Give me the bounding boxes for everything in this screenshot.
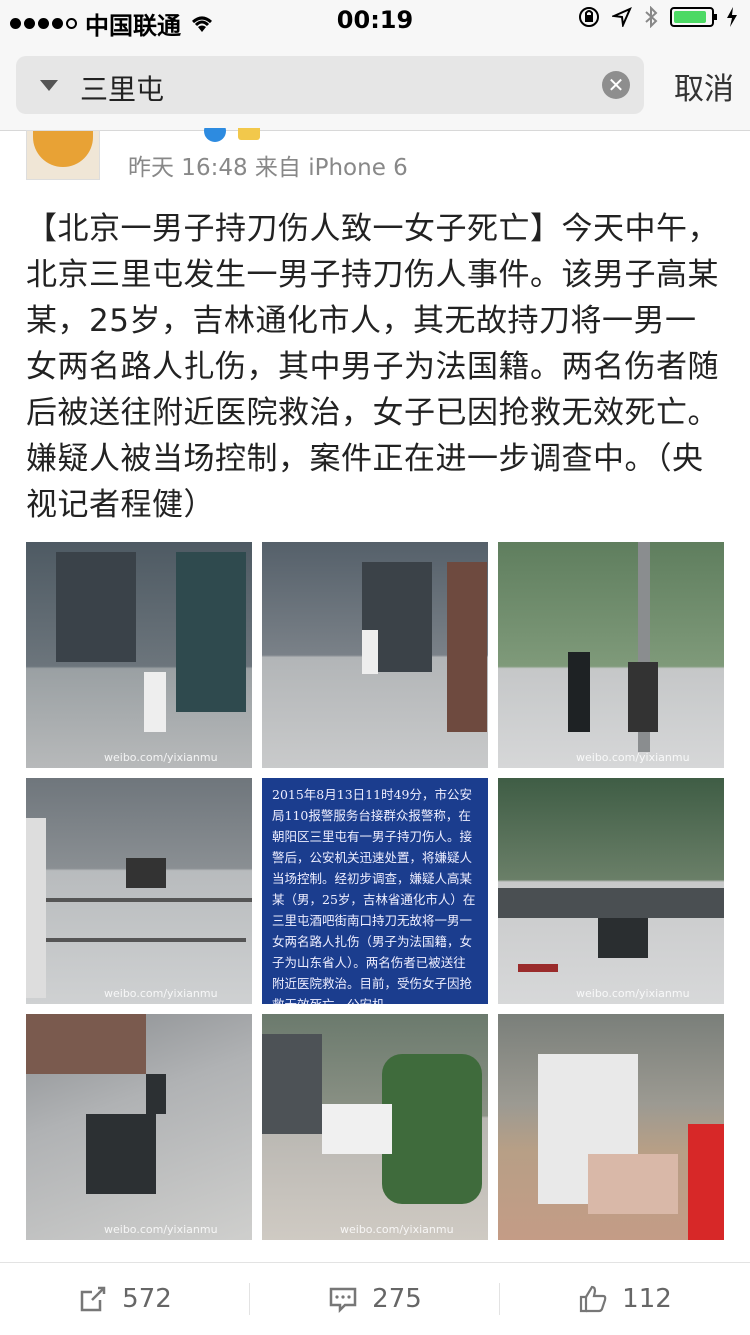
- thumbs-up-icon: [580, 1285, 607, 1313]
- avatar-logo: [33, 131, 93, 167]
- image-watermark: weibo.com/yixianmu: [104, 1223, 218, 1236]
- repost-count: 572: [122, 1284, 172, 1314]
- post-image[interactable]: [262, 542, 488, 768]
- username-partial[interactable]: [128, 128, 278, 142]
- repost-icon: [80, 1286, 106, 1312]
- post-image[interactable]: weibo.com/yixianmu: [498, 542, 724, 768]
- post-image[interactable]: weibo.com/yixianmu: [262, 1014, 488, 1240]
- post-image[interactable]: weibo.com/yixianmu: [26, 778, 252, 1004]
- image-watermark: weibo.com/yixianmu: [104, 987, 218, 1000]
- status-right: [578, 6, 738, 28]
- like-count: 112: [622, 1284, 672, 1314]
- image-watermark: weibo.com/yixianmu: [104, 751, 218, 764]
- post-image[interactable]: [498, 1014, 724, 1240]
- verified-badge-icon: [204, 128, 226, 142]
- post-image[interactable]: weibo.com/yixianmu: [498, 778, 724, 1004]
- search-bar: 三里屯 ✕ 取消: [0, 40, 750, 131]
- search-query[interactable]: 三里屯: [80, 68, 164, 108]
- avatar[interactable]: [26, 130, 100, 180]
- search-input[interactable]: 三里屯 ✕: [16, 56, 644, 114]
- post-image-news-notice[interactable]: 2015年8月13日11时49分，市公安局110报警服务台接群众报警称，在朝阳区…: [262, 778, 488, 1004]
- cancel-button[interactable]: 取消: [674, 64, 734, 108]
- comment-icon: [329, 1287, 357, 1314]
- image-watermark: weibo.com/yixianmu: [340, 1223, 454, 1236]
- post-image[interactable]: weibo.com/yixianmu: [26, 1014, 252, 1240]
- image-watermark: weibo.com/yixianmu: [576, 751, 690, 764]
- bluetooth-icon: [645, 6, 658, 28]
- post-meta: 昨天 16:48 来自 iPhone 6: [128, 155, 408, 181]
- rotation-lock-icon: [579, 7, 599, 27]
- location-icon: [612, 7, 632, 27]
- status-bar: 中国联通 00:19: [0, 0, 750, 40]
- charging-icon: [727, 7, 737, 27]
- member-badge-icon: [238, 128, 260, 140]
- battery-icon: [670, 7, 717, 27]
- clear-search-icon[interactable]: ✕: [602, 71, 630, 99]
- image-watermark: weibo.com/yixianmu: [576, 987, 690, 1000]
- post-image[interactable]: weibo.com/yixianmu: [26, 542, 252, 768]
- comment-button[interactable]: 275: [250, 1263, 500, 1335]
- post-text: 【北京一男子持刀伤人致一女子死亡】今天中午，北京三里屯发生一男子持刀伤人事件。该…: [26, 211, 719, 523]
- comment-count: 275: [372, 1284, 422, 1314]
- news-notice-text: 2015年8月13日11时49分，市公安局110报警服务台接群众报警称，在朝阳区…: [272, 787, 476, 1004]
- search-scope-dropdown-icon[interactable]: [40, 80, 58, 91]
- like-button[interactable]: 112: [500, 1263, 750, 1335]
- action-toolbar: 572 275 112: [0, 1262, 750, 1335]
- repost-button[interactable]: 572: [0, 1263, 250, 1335]
